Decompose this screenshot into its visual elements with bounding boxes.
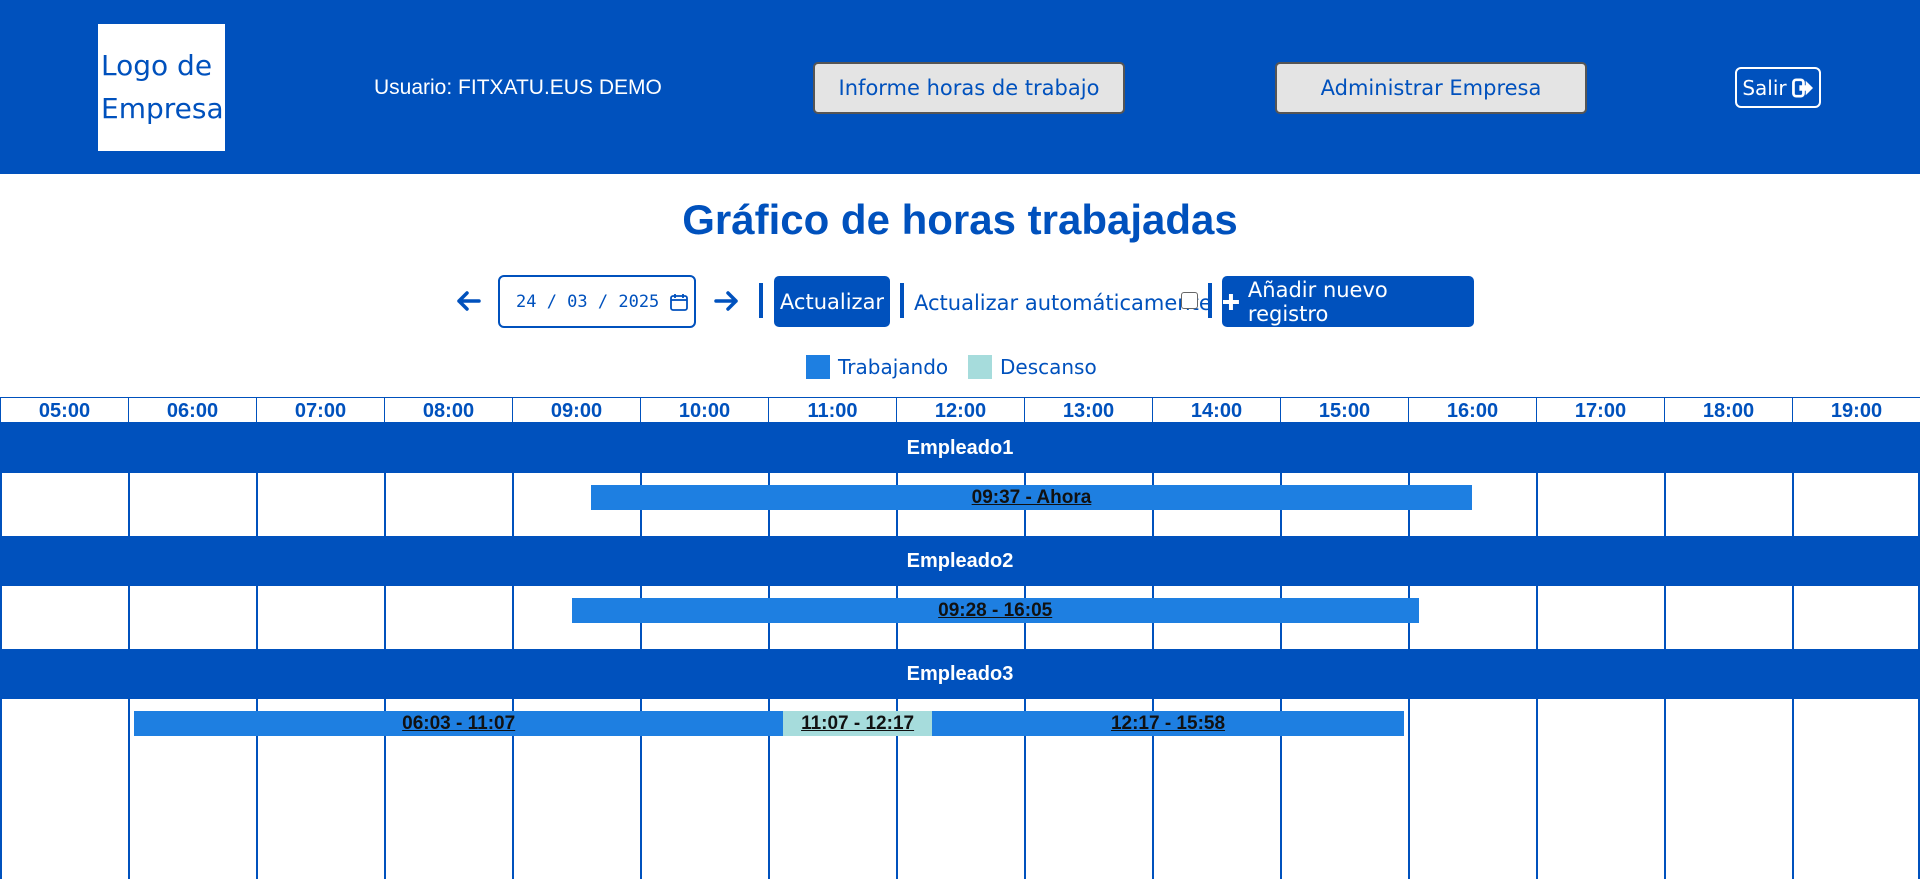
page-title: Gráfico de horas trabajadas	[682, 196, 1238, 243]
hour-label: 17:00	[1536, 397, 1665, 423]
legend-rest-swatch	[968, 355, 992, 379]
legend-working: Trabajando	[806, 355, 948, 379]
logo-line-2: Empresa	[101, 92, 224, 125]
hour-label: 19:00	[1792, 397, 1920, 423]
working-segment[interactable]: 06:03 - 11:07	[134, 711, 783, 736]
hours-timeline: 05:00 06:00 07:00 08:00 09:00 10:00 11:00 12:00…	[0, 397, 1920, 879]
legend-rest: Descanso	[968, 355, 1097, 379]
separator	[900, 283, 904, 318]
legend-working-label: Trabajando	[838, 355, 949, 379]
hour-label: 05:00	[0, 397, 129, 423]
hour-label: 10:00	[640, 397, 769, 423]
logout-button[interactable]: Salir	[1735, 67, 1821, 108]
add-record-button[interactable]: Añadir nuevo registro	[1222, 276, 1474, 327]
separator	[759, 283, 763, 318]
app-header: Logo de Empresa Usuario: FITXATU.EUS DEM…	[0, 0, 1920, 174]
hour-label: 15:00	[1280, 397, 1409, 423]
hour-label: 11:00	[768, 397, 897, 423]
hour-label: 09:00	[512, 397, 641, 423]
hour-label: 12:00	[896, 397, 1025, 423]
hour-label: 18:00	[1664, 397, 1793, 423]
working-segment[interactable]: 09:28 - 16:05	[571, 598, 1419, 623]
hour-label: 06:00	[128, 397, 257, 423]
separator	[1208, 283, 1212, 318]
employee-name: Empleado3	[0, 649, 1920, 699]
legend-working-swatch	[806, 355, 830, 379]
legend-rest-label: Descanso	[1000, 355, 1097, 379]
working-segment[interactable]: 12:17 - 15:58	[932, 711, 1404, 736]
add-record-label: Añadir nuevo registro	[1247, 277, 1388, 326]
manage-company-button[interactable]: Administrar Empresa	[1275, 62, 1587, 114]
hour-label: 14:00	[1152, 397, 1281, 423]
next-day-button[interactable]	[712, 286, 742, 316]
date-value: 24 / 03 / 2025	[516, 291, 660, 312]
employee-name: Empleado2	[0, 536, 1920, 586]
hour-label: 08:00	[384, 397, 513, 423]
work-hours-report-button[interactable]: Informe horas de trabajo	[813, 62, 1125, 114]
arrow-left-icon	[457, 291, 481, 311]
auto-update-checkbox[interactable]	[1181, 292, 1198, 309]
company-logo[interactable]: Logo de Empresa	[98, 24, 225, 151]
calendar-icon[interactable]	[669, 292, 689, 312]
plus-icon	[1222, 293, 1239, 310]
hour-label: 07:00	[256, 397, 385, 423]
logo-line-1: Logo de	[101, 49, 213, 82]
date-input[interactable]: 24 / 03 / 2025	[498, 275, 696, 328]
hour-label: 13:00	[1024, 397, 1153, 423]
working-segment[interactable]: 09:37 - Ahora	[590, 485, 1472, 510]
sign-out-icon	[1791, 77, 1813, 98]
rest-segment[interactable]: 11:07 - 12:17	[782, 711, 933, 736]
arrow-right-icon	[714, 291, 738, 311]
previous-day-button[interactable]	[453, 286, 483, 316]
user-label: Usuario: FITXATU.EUS DEMO	[374, 76, 662, 99]
auto-update-label: Actualizar automáticamente	[914, 291, 1212, 315]
employee-name: Empleado1	[0, 423, 1920, 473]
update-button[interactable]: Actualizar	[774, 276, 890, 327]
hour-label: 16:00	[1408, 397, 1537, 423]
logout-label: Salir	[1742, 75, 1787, 100]
